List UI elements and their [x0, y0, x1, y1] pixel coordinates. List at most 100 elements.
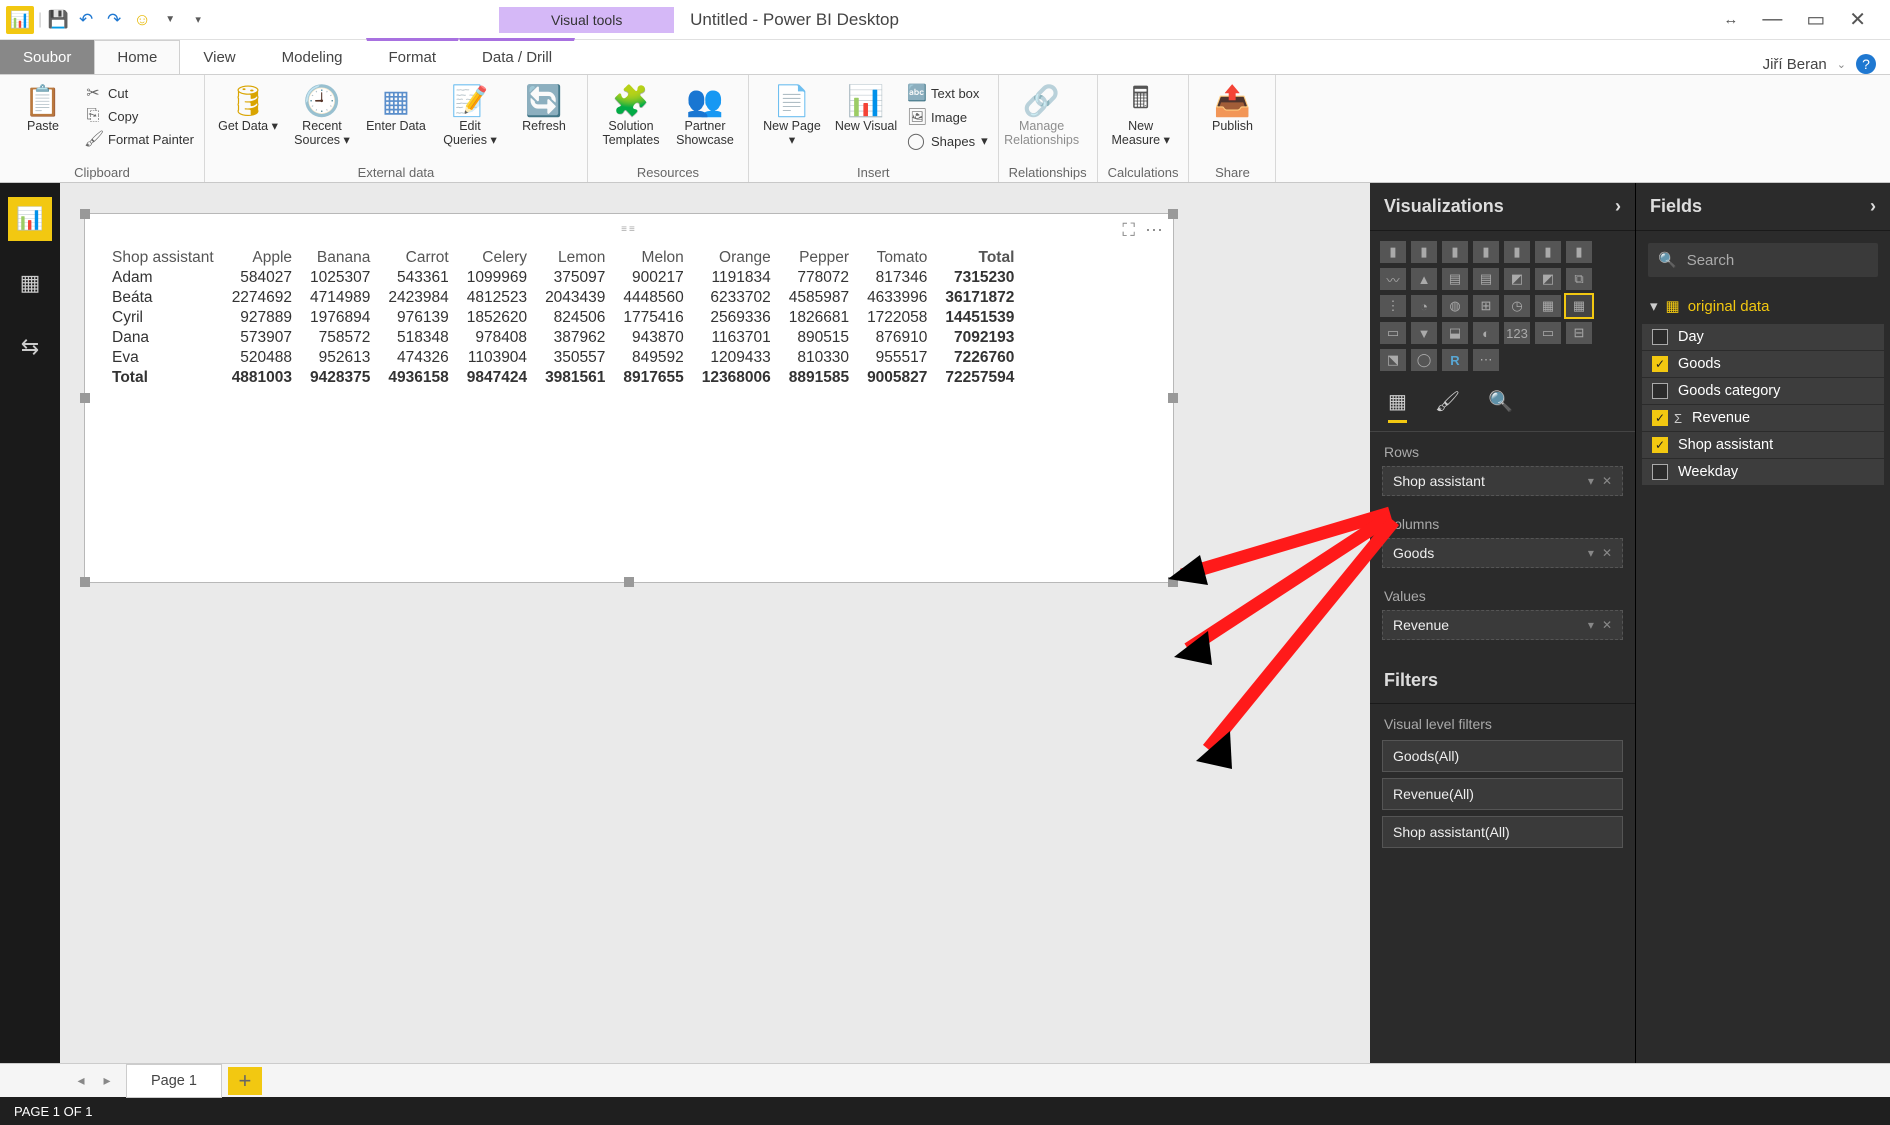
publish-button[interactable]: 📤Publish	[1199, 79, 1265, 133]
edit-queries-icon: 📝	[451, 83, 488, 119]
field-name: Goods category	[1678, 383, 1780, 399]
pill-remove-icon[interactable]: ✕	[1602, 546, 1612, 560]
shapes-button[interactable]: ◯Shapes ▾	[907, 131, 988, 151]
edit-queries-button[interactable]: 📝Edit Queries ▾	[437, 79, 503, 148]
field-checkbox[interactable]	[1652, 464, 1668, 480]
filter-pill[interactable]: Shop assistant(All)	[1382, 816, 1623, 848]
group-label-external: External data	[215, 163, 577, 180]
field-checkbox[interactable]	[1652, 383, 1668, 399]
focus-mode-icon[interactable]: ⛶	[1122, 220, 1135, 241]
rows-well-pill[interactable]: Shop assistant ▾✕	[1382, 466, 1623, 496]
pill-dropdown-icon[interactable]: ▾	[1588, 474, 1594, 488]
view-report-icon[interactable]: 📊	[8, 197, 52, 241]
close-icon[interactable]: ✕	[1849, 7, 1866, 32]
solution-templates-button[interactable]: 🧩Solution Templates	[598, 79, 664, 148]
status-page-count: PAGE 1 OF 1	[14, 1104, 93, 1119]
recent-sources-button[interactable]: 🕘Recent Sources ▾	[289, 79, 355, 148]
ribbon-display-icon[interactable]: ↔	[1723, 11, 1738, 28]
user-chevron-icon[interactable]: ⌄	[1837, 58, 1846, 71]
values-well-pill[interactable]: Revenue ▾✕	[1382, 610, 1623, 640]
tab-data-drill[interactable]: Data / Drill	[459, 38, 575, 74]
paste-button[interactable]: 📋 Paste	[10, 79, 76, 133]
enter-data-icon: ▦	[382, 83, 410, 119]
qat-customize-icon[interactable]: ▾	[186, 8, 210, 32]
textbox-button[interactable]: 🔤Text box	[907, 83, 988, 103]
group-label-insert: Insert	[759, 163, 988, 180]
copy-button[interactable]: ⎘Copy	[84, 107, 194, 125]
page-prev-icon[interactable]: ◂	[68, 1072, 94, 1089]
refresh-button[interactable]: 🔄Refresh	[511, 79, 577, 133]
expand-icon[interactable]: ▾	[1650, 297, 1658, 315]
new-page-button[interactable]: 📄New Page ▾	[759, 79, 825, 148]
new-visual-button[interactable]: 📊New Visual	[833, 79, 899, 133]
field-row[interactable]: Day	[1642, 324, 1884, 350]
field-checkbox[interactable]	[1652, 329, 1668, 345]
field-checkbox[interactable]: ✓	[1652, 437, 1668, 453]
page-next-icon[interactable]: ▸	[94, 1072, 120, 1089]
field-row[interactable]: ✓Goods	[1642, 351, 1884, 377]
values-well-label: Values	[1370, 576, 1635, 608]
field-row[interactable]: ✓ΣRevenue	[1642, 405, 1884, 431]
format-well-tab-icon[interactable]: 🖌	[1435, 389, 1460, 423]
tab-modeling[interactable]: Modeling	[259, 40, 366, 74]
fields-search-input[interactable]: 🔍 Search	[1648, 243, 1878, 277]
add-page-button[interactable]: +	[228, 1067, 262, 1095]
pill-remove-icon[interactable]: ✕	[1602, 474, 1612, 488]
group-label-resources: Resources	[598, 163, 738, 180]
qat-dropdown-icon[interactable]: ▼	[158, 8, 182, 32]
fields-table-header[interactable]: ▾ ▦ original data	[1636, 289, 1890, 323]
new-measure-button[interactable]: 🖩New Measure ▾	[1108, 79, 1174, 148]
page-tab[interactable]: Page 1	[126, 1064, 222, 1098]
fields-well-tab-icon[interactable]: ▦	[1388, 389, 1407, 423]
collapse-fields-icon[interactable]: ›	[1870, 196, 1876, 217]
help-icon[interactable]: ?	[1856, 54, 1876, 74]
window-title: Untitled - Power BI Desktop	[690, 10, 899, 30]
view-model-icon[interactable]: ⇆	[8, 325, 52, 369]
field-row[interactable]: Goods category	[1642, 378, 1884, 404]
matrix-visual[interactable]: ≡≡ ⛶ ⋯ Shop assistantAppleBananaCarrotCe…	[84, 213, 1174, 583]
minimize-icon[interactable]: —	[1762, 8, 1782, 31]
columns-well-pill[interactable]: Goods ▾✕	[1382, 538, 1623, 568]
maximize-icon[interactable]: ▭	[1806, 7, 1825, 32]
save-icon[interactable]: 💾	[46, 8, 70, 32]
brush-icon: 🖌	[84, 129, 102, 149]
format-painter-button[interactable]: 🖌Format Painter	[84, 129, 194, 149]
pill-remove-icon[interactable]: ✕	[1602, 618, 1612, 632]
field-checkbox[interactable]: ✓	[1652, 356, 1668, 372]
table-icon: ▦	[1666, 297, 1680, 315]
rows-well-label: Rows	[1370, 432, 1635, 464]
more-options-icon[interactable]: ⋯	[1145, 220, 1163, 241]
tab-view[interactable]: View	[180, 40, 258, 74]
people-icon: 👥	[686, 83, 723, 119]
analytics-well-tab-icon[interactable]: 🔍	[1488, 389, 1513, 423]
image-button[interactable]: 🖼Image	[907, 107, 988, 127]
tab-format[interactable]: Format	[366, 38, 460, 74]
get-data-button[interactable]: 🛢Get Data ▾	[215, 79, 281, 133]
field-row[interactable]: Weekday	[1642, 459, 1884, 485]
pill-dropdown-icon[interactable]: ▾	[1588, 618, 1594, 632]
cut-button[interactable]: ✂Cut	[84, 83, 194, 103]
filter-pill[interactable]: Revenue(All)	[1382, 778, 1623, 810]
enter-data-button[interactable]: ▦Enter Data	[363, 79, 429, 133]
report-canvas[interactable]: ≡≡ ⛶ ⋯ Shop assistantAppleBananaCarrotCe…	[60, 183, 1370, 1063]
field-checkbox[interactable]: ✓	[1652, 410, 1668, 426]
field-row[interactable]: ✓Shop assistant	[1642, 432, 1884, 458]
tab-home[interactable]: Home	[94, 40, 180, 74]
manage-relationships-button[interactable]: 🔗Manage Relationships	[1009, 79, 1075, 148]
tab-file[interactable]: Soubor	[0, 40, 94, 74]
view-data-icon[interactable]: ▦	[8, 261, 52, 305]
context-tab-visual-tools: Visual tools	[499, 7, 674, 33]
filter-pill[interactable]: Goods(All)	[1382, 740, 1623, 772]
field-name: Weekday	[1678, 464, 1738, 480]
undo-icon[interactable]: ↶	[74, 8, 98, 32]
partner-showcase-button[interactable]: 👥Partner Showcase	[672, 79, 738, 148]
drag-handle-icon[interactable]: ≡≡	[621, 224, 637, 235]
visualization-gallery[interactable]: ▮▮▮▮▮▮▮ 〰▲▤▤◩◩⧉ ⋮◔◍⊞◷▦▦ ▭▼⬓◐123▭⊟ ⬔◯R⋯	[1370, 231, 1635, 381]
user-name[interactable]: Jiří Beran	[1763, 56, 1827, 73]
pill-dropdown-icon[interactable]: ▾	[1588, 546, 1594, 560]
smiley-icon[interactable]: ☺	[130, 8, 154, 32]
collapse-viz-icon[interactable]: ›	[1615, 196, 1621, 217]
columns-well-label: Columns	[1370, 504, 1635, 536]
redo-icon[interactable]: ↷	[102, 8, 126, 32]
group-label-clipboard: Clipboard	[10, 163, 194, 180]
